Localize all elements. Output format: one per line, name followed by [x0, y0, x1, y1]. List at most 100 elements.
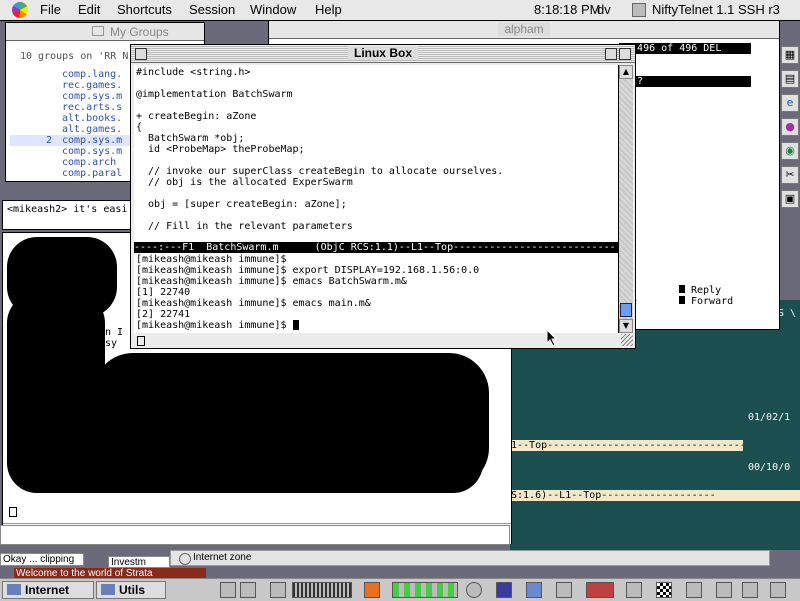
zone-icon — [179, 553, 191, 565]
checker-icon[interactable] — [656, 582, 672, 598]
vertical-scrollbar[interactable]: ▲ ▼ — [618, 65, 633, 333]
group-name: rec.games. — [62, 80, 123, 91]
control-strip-icon[interactable] — [526, 582, 542, 598]
source-line: // obj is the allocated ExperSwarm — [136, 177, 353, 188]
linuxbox-title: Linux Box — [347, 46, 418, 60]
globe-icon[interactable]: ◉ — [781, 142, 799, 160]
mygroups-titlebar[interactable]: My Groups — [6, 23, 204, 41]
shell-line: [mikeash@mikeash immune]$ emacs BatchSwa… — [136, 276, 407, 287]
menu-shortcuts[interactable]: Shortcuts — [117, 2, 172, 17]
app-icon-2[interactable]: ▤ — [781, 70, 799, 88]
group-name: comp.sys.m — [62, 91, 123, 102]
control-strip-icon[interactable] — [496, 582, 512, 598]
app-icon-4[interactable]: ● — [781, 118, 799, 136]
rss-icon[interactable] — [364, 582, 380, 598]
zone-label: Internet zone — [193, 552, 252, 563]
cd-icon[interactable] — [466, 582, 482, 598]
led-strip-icon[interactable] — [392, 582, 458, 598]
folder-icon — [92, 26, 104, 36]
group-count: 2 — [46, 135, 53, 146]
chat-fragment-2: asy — [99, 338, 118, 349]
shell-line: [mikeash@mikeash immune]$ export DISPLAY… — [136, 265, 480, 276]
emacs-modeline: ----:---F1 BatchSwarm.m (ObjC RCS:1.1)--… — [134, 242, 618, 253]
control-strip-icon[interactable] — [716, 582, 732, 598]
menu-session[interactable]: Session — [189, 2, 235, 17]
terminal-pane[interactable]: #include <string.h> @implementation Batch… — [134, 65, 618, 333]
app-icon-1[interactable]: ▦ — [781, 46, 799, 64]
alpham-titlebar[interactable]: alpham — [269, 21, 779, 39]
tab-utils[interactable]: Utils — [96, 581, 166, 599]
control-strip-icon[interactable] — [626, 582, 642, 598]
source-line — [136, 78, 503, 89]
menu-help[interactable]: Help — [315, 2, 342, 17]
volume-bar-icon[interactable] — [292, 582, 352, 598]
shell-line: [1] 22740 — [136, 287, 191, 298]
investm-tab[interactable]: Investm — [108, 556, 170, 568]
alpham-header-line: ge 496 of 496 DEL — [619, 43, 751, 54]
browser-status-bar: Internet zone — [170, 550, 770, 566]
collapse-box[interactable] — [619, 48, 631, 60]
forward-icon[interactable] — [679, 296, 685, 304]
mouse-pointer-icon — [546, 329, 558, 347]
source-line: { — [136, 122, 143, 133]
group-name: comp.sys.m — [62, 146, 123, 157]
resize-handle[interactable] — [621, 334, 633, 346]
app-icon-7[interactable]: ▣ — [781, 190, 799, 208]
menu-edit[interactable]: Edit — [78, 2, 100, 17]
app-name[interactable]: NiftyTelnet 1.1 SSH r3 — [652, 2, 780, 17]
shell-line: [mikeash@mikeash immune]$ — [136, 320, 293, 331]
source-line: #include <string.h> — [136, 67, 251, 78]
control-strip-icon[interactable] — [586, 582, 614, 598]
internet-folder-icon — [7, 584, 21, 595]
menu-file[interactable]: File — [40, 2, 61, 17]
group-name: alt.games. — [62, 124, 123, 135]
group-name: alt.books. — [62, 113, 123, 124]
bottom-input-strip[interactable] — [0, 525, 510, 545]
lock-icon — [137, 336, 145, 346]
shell-line: [mikeash@mikeash immune]$ — [136, 254, 287, 265]
emacs-top-line: 1--Top----------------------------------… — [511, 440, 743, 451]
app-icon[interactable] — [632, 3, 646, 17]
user-name[interactable]: dv — [597, 2, 611, 17]
source-line: @implementation BatchSwarm — [136, 89, 293, 100]
control-strip-icon[interactable] — [270, 582, 286, 598]
reply-icon[interactable] — [679, 285, 685, 293]
scissors-icon[interactable]: ✂ — [781, 166, 799, 184]
utils-folder-icon — [101, 584, 115, 595]
control-strip-icon[interactable] — [770, 582, 786, 598]
clock[interactable]: 8:18:18 PM — [534, 2, 601, 17]
zoom-box[interactable] — [605, 48, 617, 60]
scroll-up-arrow[interactable]: ▲ — [619, 65, 633, 79]
chat-line: <mikeash2> it's easi — [7, 204, 128, 215]
linuxbox-titlebar[interactable]: Linux Box — [131, 45, 635, 63]
source-line: obj = [super createBegin: aZone]; — [136, 199, 347, 210]
chat-window[interactable]: <mikeash2> it's easi — [2, 200, 132, 230]
monitor-icon[interactable] — [240, 582, 256, 598]
scroll-down-arrow[interactable]: ▼ — [619, 319, 633, 333]
shell-line: [2] 22741 — [136, 309, 191, 320]
ie-icon[interactable]: e — [781, 94, 799, 112]
source-line: BatchSwarm *obj; — [136, 133, 245, 144]
date-line-1: 01/02/1 — [748, 412, 791, 423]
scroll-thumb[interactable] — [620, 303, 632, 317]
apple-icon[interactable] — [12, 2, 28, 18]
control-strip-icon[interactable] — [686, 582, 702, 598]
linuxbox-window[interactable]: Linux Box #include <string.h> @implementa… — [130, 44, 636, 349]
control-strip-icon[interactable] — [220, 582, 236, 598]
source-line — [136, 100, 503, 111]
speaker-icon[interactable] — [742, 582, 758, 598]
lock-icon[interactable] — [556, 582, 572, 598]
lock-icon — [9, 507, 17, 517]
forward-label[interactable]: Forward — [691, 296, 733, 307]
status-clipping: Okay ... clipping — [0, 553, 84, 566]
emacs-status-line: S:1.6)--L1--Top------------------- — [511, 490, 800, 501]
menu-window[interactable]: Window — [250, 2, 296, 17]
source-line — [136, 155, 503, 166]
chat-fragment-1: en I — [99, 327, 124, 338]
source-line — [136, 210, 503, 221]
tab-internet-label: Internet — [25, 583, 70, 597]
source-line: + createBegin: aZone — [136, 111, 257, 122]
alpham-title: alpham — [498, 22, 550, 36]
tab-internet[interactable]: Internet — [2, 581, 94, 599]
reply-label[interactable]: Reply — [691, 285, 721, 296]
